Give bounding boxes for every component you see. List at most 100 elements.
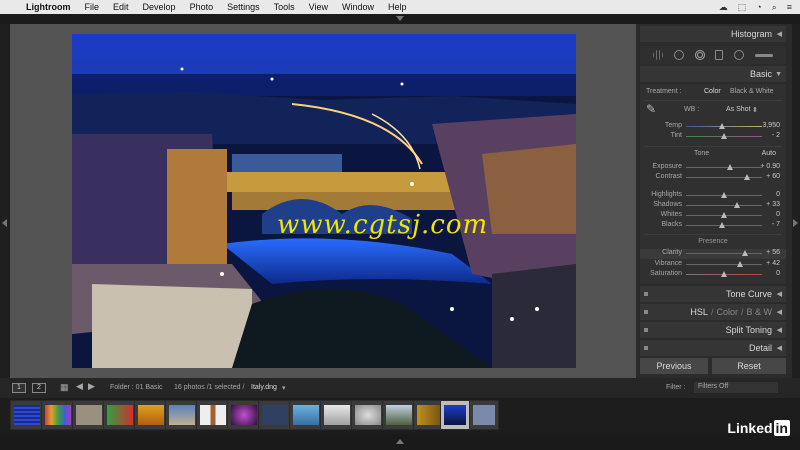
filter-select[interactable]: Filters Off — [694, 382, 778, 393]
contrast-slider-knob[interactable] — [743, 174, 750, 180]
blacks-slider[interactable] — [686, 222, 762, 228]
menu-file[interactable]: File — [78, 2, 107, 12]
bottom-panel-toggle-strip[interactable] — [0, 434, 800, 450]
menu-help[interactable]: Help — [381, 2, 414, 12]
whites-slider[interactable] — [686, 212, 762, 218]
previous-button[interactable]: Previous — [640, 358, 708, 374]
folder-source[interactable]: Folder : 01 Basic — [110, 384, 163, 391]
forward-arrow-icon[interactable]: ▶ — [88, 381, 95, 392]
crop-overlay-icon[interactable] — [653, 50, 664, 60]
expand-tone-curve-icon[interactable]: ◀ — [777, 290, 782, 298]
lock-icon[interactable]: ⬚ — [738, 2, 747, 13]
panel-switch-icon[interactable] — [644, 310, 648, 314]
split-toning-header[interactable]: Split Toning ◀ — [640, 322, 786, 338]
filmstrip-thumbnail[interactable] — [258, 400, 292, 430]
shadows-value[interactable]: + 33 — [766, 201, 780, 208]
collapse-right-icon[interactable] — [793, 219, 798, 227]
top-panel-toggle-strip[interactable] — [0, 14, 800, 24]
blacks-slider-knob[interactable] — [718, 222, 725, 228]
filmstrip-thumbnail[interactable] — [320, 400, 354, 430]
menu-view[interactable]: View — [302, 2, 335, 12]
exposure-slider[interactable] — [686, 164, 762, 170]
page-1-button[interactable]: 1 — [12, 383, 26, 393]
menu-app[interactable]: Lightroom — [22, 2, 78, 12]
expand-left-icon[interactable] — [2, 219, 7, 227]
temp-slider[interactable] — [686, 123, 762, 129]
graduated-filter-icon[interactable] — [715, 50, 724, 60]
highlights-slider[interactable] — [686, 192, 762, 198]
treatment-bw-option[interactable]: Black & White — [730, 88, 774, 95]
collapse-top-icon[interactable] — [396, 16, 404, 21]
filmstrip-thumbnail[interactable] — [165, 400, 199, 430]
reset-button[interactable]: Reset — [712, 358, 786, 374]
filmstrip-thumbnail[interactable] — [134, 400, 168, 430]
clarity-value[interactable]: + 56 — [766, 249, 780, 256]
image-viewer[interactable]: www.cgtsj.com — [10, 24, 636, 378]
left-panel-toggle-strip[interactable] — [0, 24, 10, 378]
wb-dropdown-icon[interactable]: ⬍ — [752, 106, 758, 114]
grid-view-icon[interactable]: ▦ — [60, 382, 69, 393]
right-panel-toggle-strip[interactable] — [792, 24, 800, 378]
treatment-color-option[interactable]: Color — [704, 88, 721, 95]
menu-develop[interactable]: Develop — [136, 2, 183, 12]
filmstrip-thumbnail[interactable] — [289, 400, 323, 430]
tint-slider-knob[interactable] — [721, 133, 727, 139]
filmstrip-thumbnail[interactable] — [103, 400, 137, 430]
filmstrip-thumbnail[interactable] — [196, 400, 230, 430]
clarity-slider-knob[interactable] — [742, 250, 749, 256]
adjustment-brush-icon[interactable] — [754, 53, 773, 57]
photo-preview[interactable]: www.cgtsj.com — [72, 34, 576, 368]
histogram-header[interactable]: Histogram ◀ — [640, 26, 786, 42]
filmstrip-thumbnail[interactable] — [382, 400, 416, 430]
auto-tone-button[interactable]: Auto — [762, 150, 776, 157]
saturation-slider[interactable] — [686, 271, 762, 277]
filmstrip-thumbnail[interactable] — [41, 400, 75, 430]
saturation-value[interactable]: 0 — [776, 270, 780, 277]
clarity-slider[interactable] — [686, 250, 762, 256]
hsl-tab[interactable]: HSL — [690, 307, 708, 317]
exposure-value[interactable]: + 0.90 — [760, 163, 780, 170]
filmstrip-thumbnail-selected[interactable] — [440, 400, 470, 430]
highlights-slider-knob[interactable] — [721, 192, 727, 198]
temp-slider-knob[interactable] — [719, 123, 726, 129]
spot-removal-icon[interactable] — [673, 50, 684, 60]
exposure-slider-knob[interactable] — [727, 164, 734, 170]
search-icon[interactable]: ⌕ — [772, 2, 777, 13]
shadows-slider-knob[interactable] — [733, 202, 740, 208]
shadows-slider[interactable] — [686, 202, 762, 208]
radial-filter-icon[interactable] — [733, 50, 744, 60]
contrast-slider[interactable] — [686, 174, 762, 180]
red-eye-icon[interactable] — [694, 50, 705, 60]
contrast-value[interactable]: + 60 — [766, 173, 780, 180]
filmstrip[interactable] — [0, 398, 800, 434]
expand-hsl-icon[interactable]: ◀ — [777, 308, 782, 316]
list-icon[interactable]: ≡ — [787, 2, 792, 13]
whites-value[interactable]: 0 — [776, 211, 780, 218]
menu-window[interactable]: Window — [335, 2, 381, 12]
panel-switch-icon[interactable] — [644, 292, 648, 296]
temp-value[interactable]: 3,950 — [762, 122, 780, 129]
tone-curve-header[interactable]: Tone Curve ◀ — [640, 286, 786, 302]
saturation-slider-knob[interactable] — [721, 271, 727, 277]
highlights-value[interactable]: 0 — [776, 191, 780, 198]
collapse-histogram-icon[interactable]: ◀ — [777, 30, 782, 38]
whites-slider-knob[interactable] — [721, 212, 727, 218]
color-tab[interactable]: Color — [716, 307, 738, 317]
vibrance-slider[interactable] — [686, 261, 762, 267]
wb-select[interactable]: As Shot — [726, 106, 751, 113]
back-arrow-icon[interactable]: ◀ — [76, 381, 83, 392]
filmstrip-thumbnail[interactable] — [72, 400, 106, 430]
filmstrip-thumbnail[interactable] — [351, 400, 385, 430]
menu-photo[interactable]: Photo — [183, 2, 221, 12]
selected-filename[interactable]: Italy.dng — [251, 384, 277, 391]
menu-edit[interactable]: Edit — [106, 2, 136, 12]
panel-switch-icon[interactable] — [644, 328, 648, 332]
vibrance-slider-knob[interactable] — [736, 261, 743, 267]
wifi-icon[interactable]: ◔ — [756, 2, 761, 13]
bw-tab[interactable]: B & W — [746, 307, 772, 317]
blacks-value[interactable]: - 7 — [772, 221, 780, 228]
expand-split-toning-icon[interactable]: ◀ — [777, 326, 782, 334]
expand-bottom-icon[interactable] — [396, 439, 404, 444]
expand-detail-icon[interactable]: ◀ — [777, 344, 782, 352]
eyedropper-icon[interactable]: ✎ — [646, 102, 656, 116]
